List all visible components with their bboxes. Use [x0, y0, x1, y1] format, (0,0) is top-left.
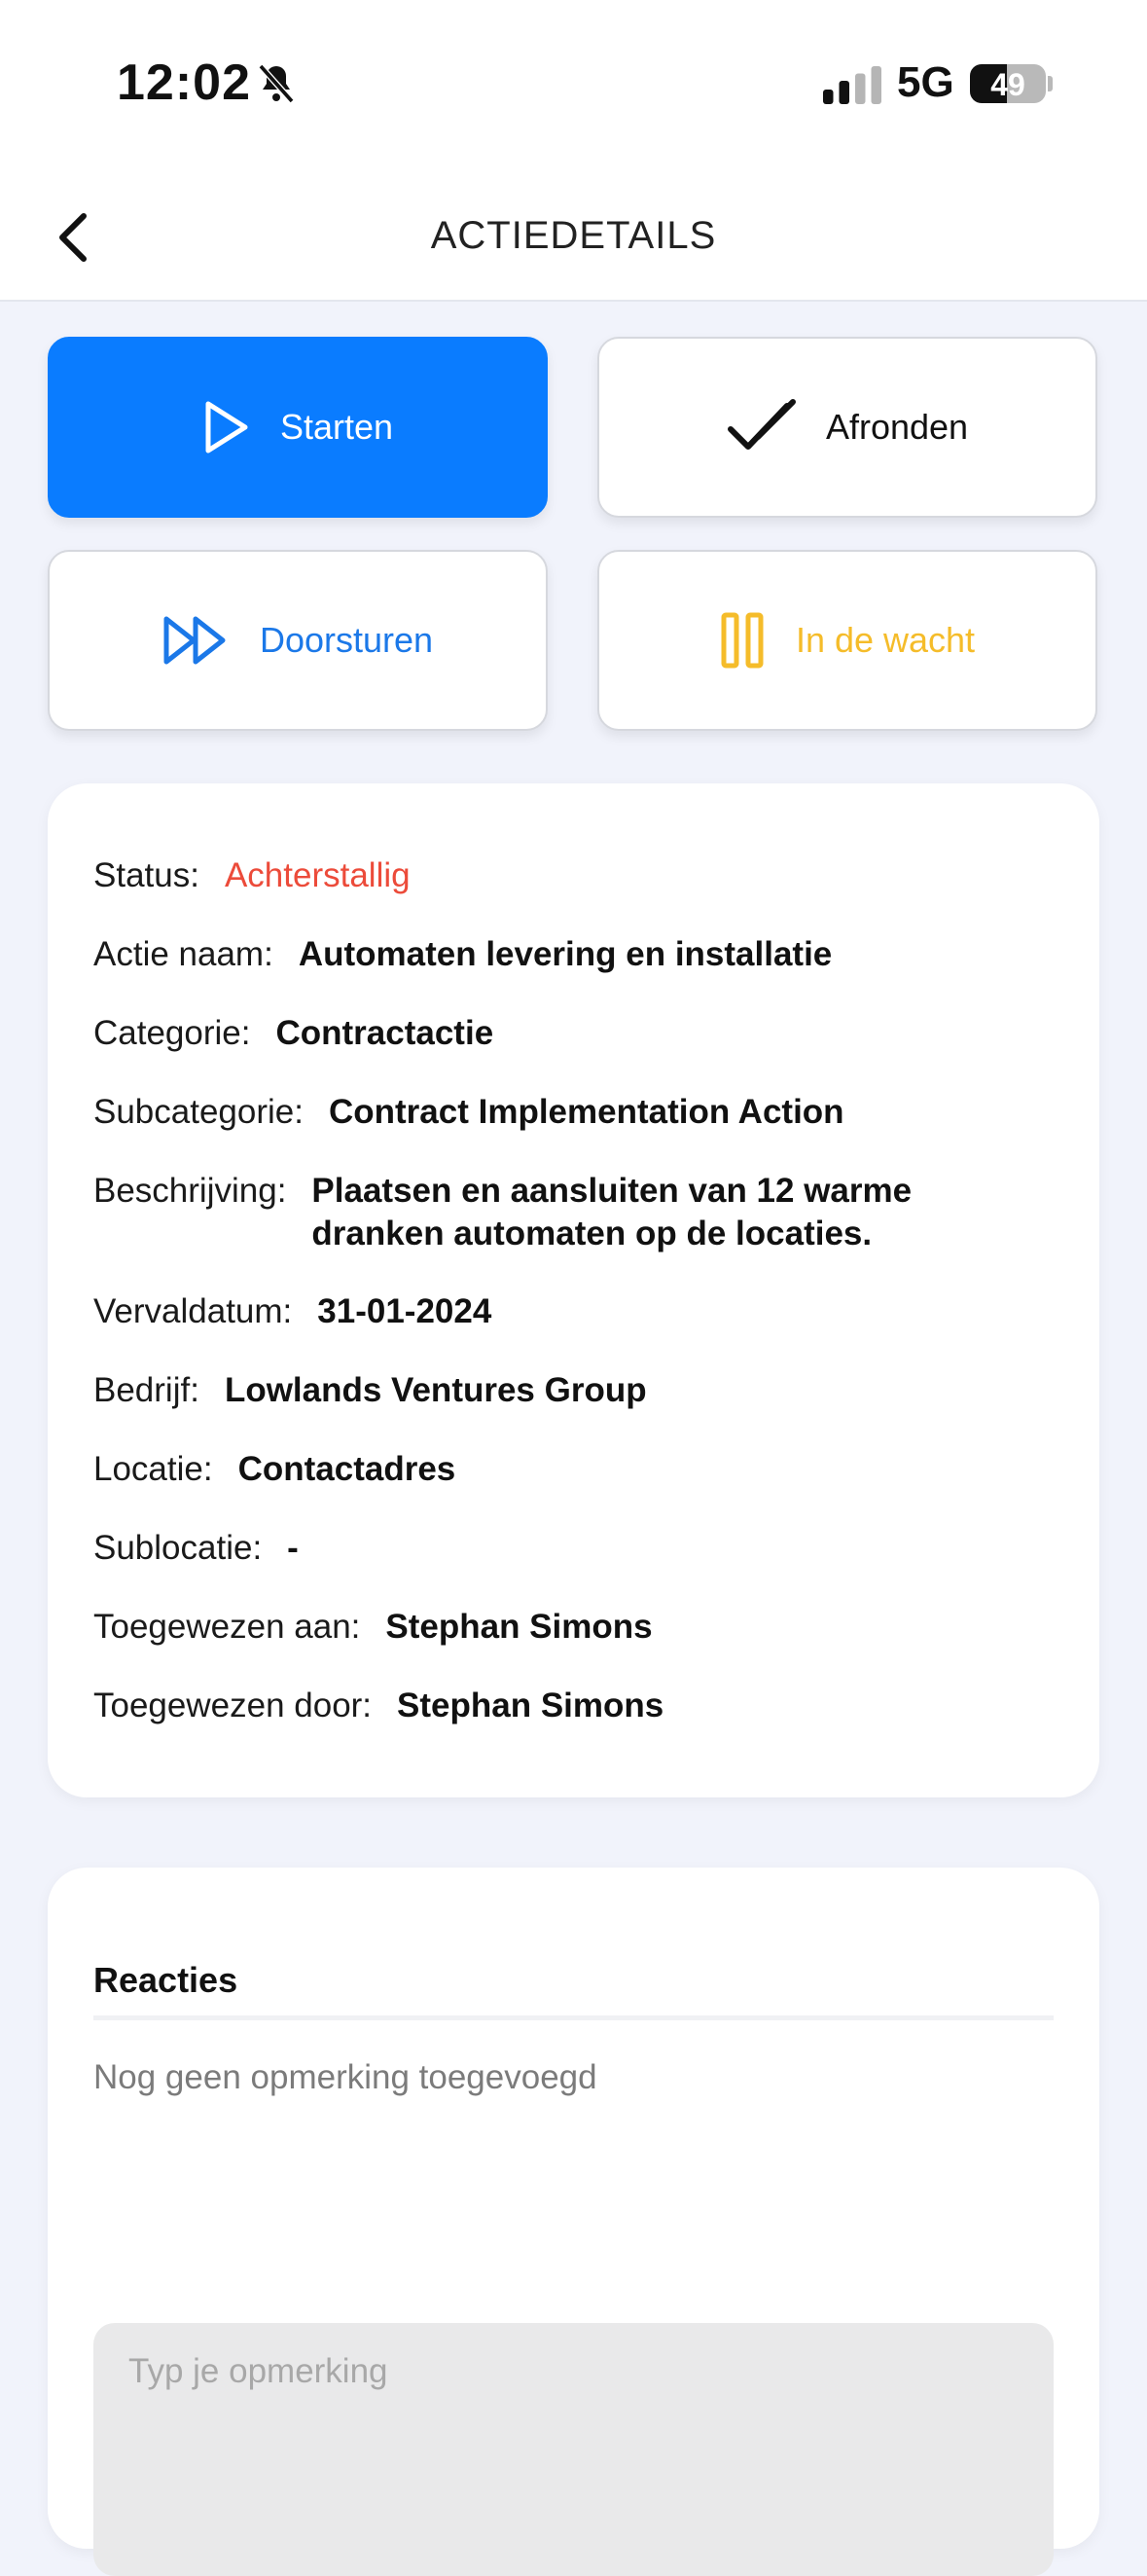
detail-row-location: Locatie: Contactadres	[93, 1448, 1060, 1491]
battery-tip	[1048, 76, 1053, 91]
page-title: ACTIEDETAILS	[430, 214, 717, 257]
status-time: 12:02	[117, 54, 251, 111]
due-date-value: 31-01-2024	[317, 1292, 492, 1330]
action-name-label: Actie naam:	[93, 935, 273, 973]
description-value: Plaatsen en aansluiten van 12 warme dran…	[311, 1172, 913, 1252]
hold-button[interactable]: In de wacht	[597, 550, 1097, 731]
details-card: Status: Achterstallig Actie naam: Automa…	[48, 783, 1099, 1797]
double-check-icon	[727, 399, 796, 450]
start-button[interactable]: Starten	[48, 337, 548, 518]
divider	[93, 2015, 1054, 2020]
category-value: Contractactie	[275, 1014, 494, 1052]
detail-row-company: Bedrijf: Lowlands Ventures Group	[93, 1369, 1060, 1412]
location-value: Contactadres	[237, 1450, 456, 1488]
comments-title: Reacties	[93, 1960, 238, 2000]
start-button-label: Starten	[279, 407, 394, 447]
status-label: Status:	[93, 856, 199, 894]
status-bar: 12:02 5G 49	[0, 0, 1147, 185]
detail-row-assigned-to: Toegewezen aan: Stephan Simons	[93, 1606, 1060, 1649]
complete-button[interactable]: Afronden	[597, 337, 1097, 518]
play-icon	[205, 401, 248, 454]
due-date-label: Vervaldatum:	[93, 1292, 293, 1330]
network-type: 5G	[897, 58, 954, 106]
company-label: Bedrijf:	[93, 1371, 199, 1409]
detail-row-status: Status: Achterstallig	[93, 854, 1060, 897]
detail-row-due-date: Vervaldatum: 31-01-2024	[93, 1290, 1060, 1333]
forward-button[interactable]: Doorsturen	[48, 550, 548, 731]
assigned-by-label: Toegewezen door:	[93, 1687, 373, 1724]
complete-button-label: Afronden	[825, 407, 969, 447]
signal-icon	[823, 66, 881, 104]
detail-row-sublocation: Sublocatie: -	[93, 1527, 1060, 1570]
detail-row-category: Categorie: Contractactie	[93, 1012, 1060, 1055]
detail-row-name: Actie naam: Automaten levering en instal…	[93, 933, 1060, 976]
description-label: Beschrijving:	[93, 1172, 287, 1210]
assigned-to-value: Stephan Simons	[385, 1608, 653, 1646]
location-label: Locatie:	[93, 1450, 213, 1488]
sublocation-value: -	[287, 1529, 299, 1567]
category-label: Categorie:	[93, 1014, 251, 1052]
assigned-by-value: Stephan Simons	[397, 1687, 664, 1724]
battery-percentage: 49	[990, 67, 1025, 102]
hold-button-label: In de wacht	[795, 620, 976, 660]
subcategory-label: Subcategorie:	[93, 1093, 304, 1131]
comments-card: Reacties Nog geen opmerking toegevoegd	[48, 1868, 1099, 2576]
comments-empty-text: Nog geen opmerking toegevoegd	[93, 2058, 597, 2096]
assigned-to-label: Toegewezen aan:	[93, 1608, 361, 1646]
action-name-value: Automaten levering en installatie	[298, 935, 833, 973]
sublocation-label: Sublocatie:	[93, 1529, 263, 1567]
battery-icon: 49	[970, 64, 1046, 103]
detail-row-assigned-by: Toegewezen door: Stephan Simons	[93, 1685, 1060, 1727]
pause-icon	[721, 612, 764, 669]
detail-row-description: Beschrijving: Plaatsen en aansluiten van…	[93, 1170, 1060, 1255]
comment-input[interactable]	[93, 2323, 1054, 2576]
fast-forward-icon	[163, 616, 226, 665]
detail-row-subcategory: Subcategorie: Contract Implementation Ac…	[93, 1091, 1060, 1134]
forward-button-label: Doorsturen	[259, 620, 434, 660]
bell-slash-icon	[258, 63, 295, 104]
nav-bar: ACTIEDETAILS	[0, 185, 1147, 302]
subcategory-value: Contract Implementation Action	[328, 1093, 844, 1131]
status-badge: Achterstallig	[224, 856, 411, 894]
company-value: Lowlands Ventures Group	[224, 1371, 647, 1409]
